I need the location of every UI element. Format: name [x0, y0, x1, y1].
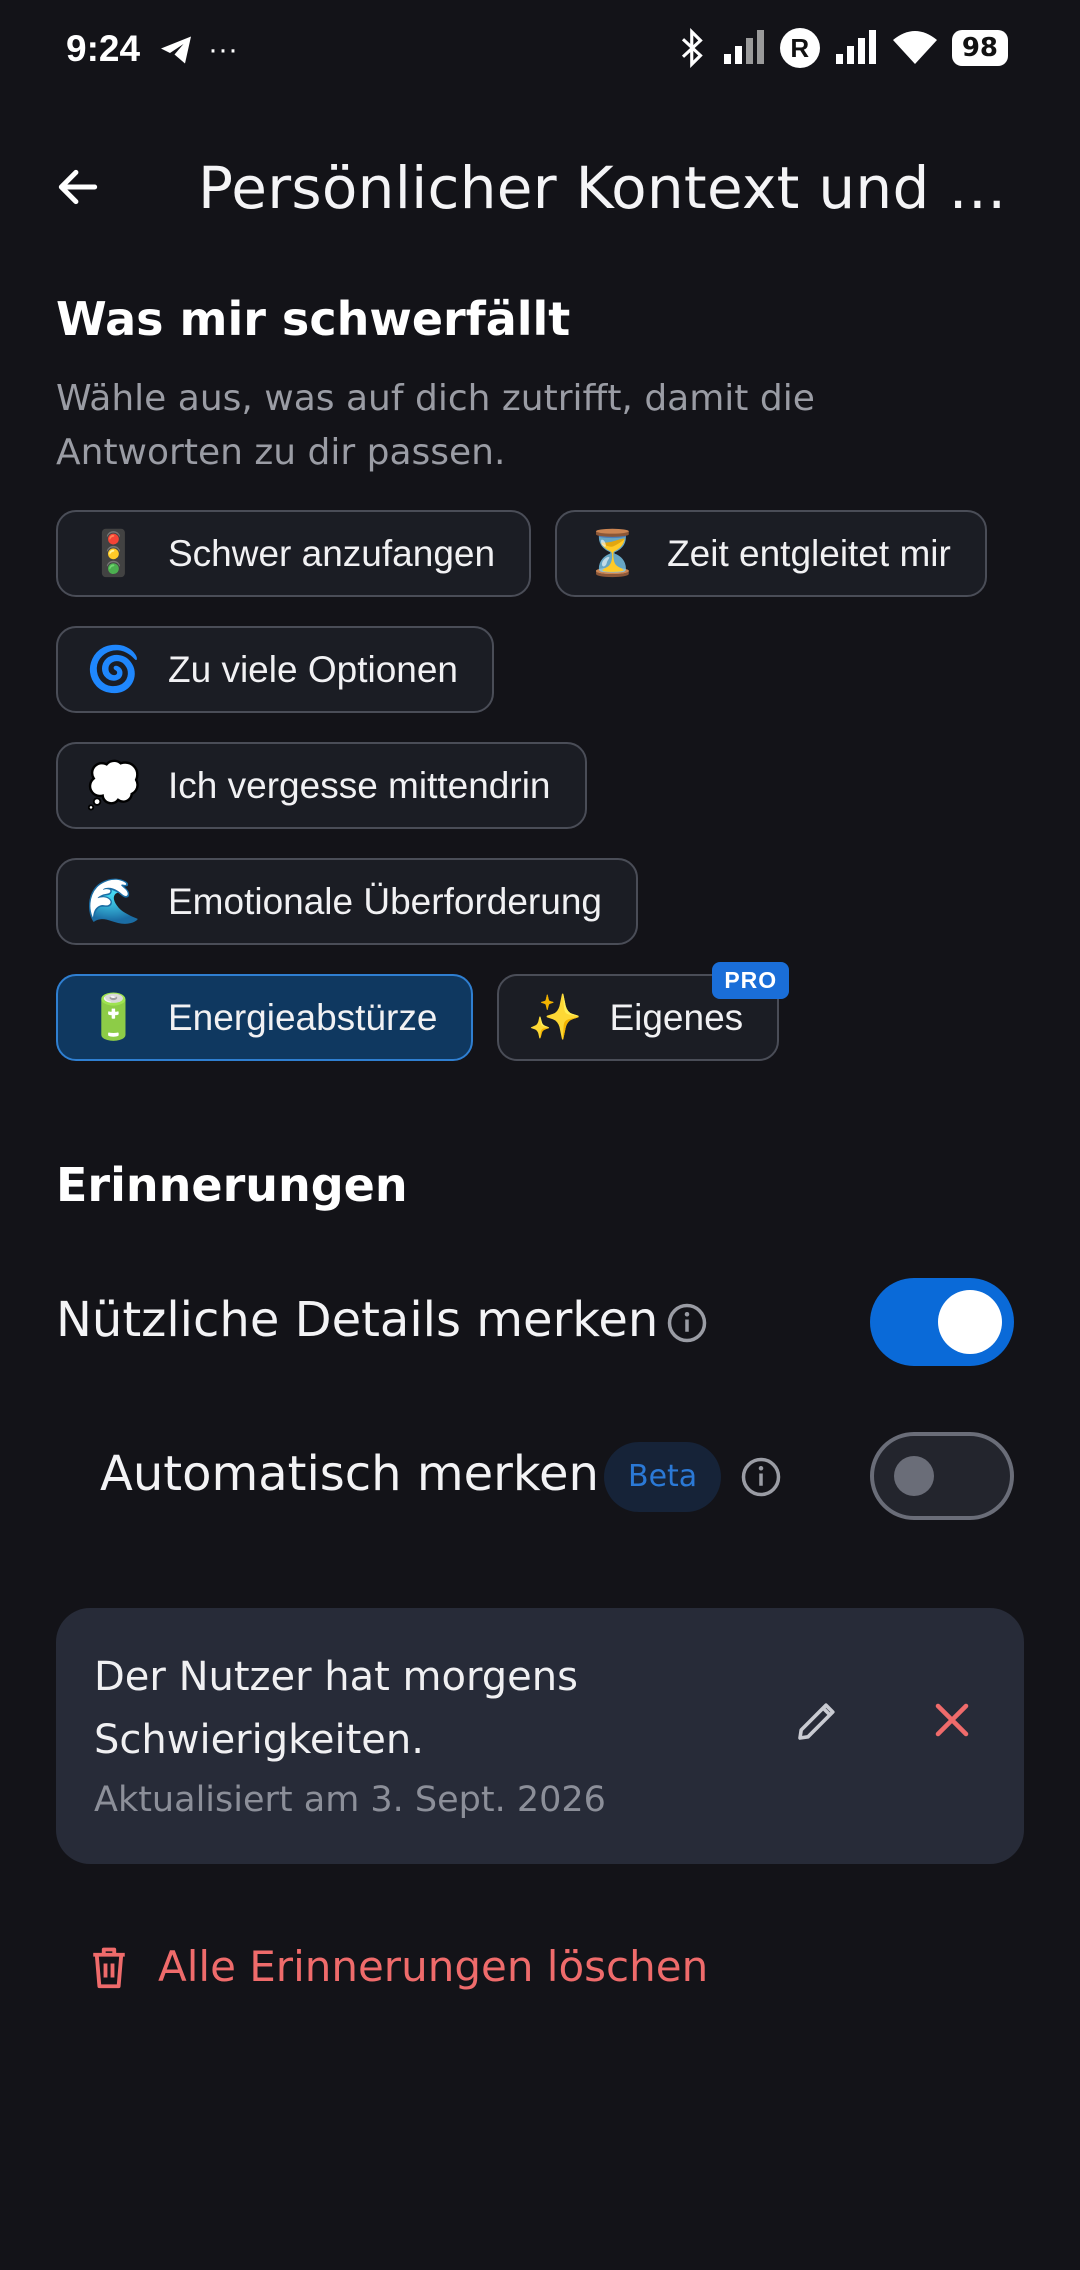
info-icon[interactable]	[740, 1456, 782, 1498]
memory-card: Der Nutzer hat morgens Schwierigkeiten. …	[56, 1608, 1024, 1864]
traffic-light-icon: 🚦	[86, 528, 141, 578]
delete-memory-button[interactable]	[916, 1684, 988, 1756]
chip-label: Eigenes	[609, 996, 744, 1038]
delete-all-memories-button[interactable]: Alle Erinnerungen löschen	[88, 1942, 708, 1991]
thought-bubble-icon: 💭	[86, 760, 141, 810]
sparkles-icon: ✨	[527, 992, 583, 1042]
save-details-toggle[interactable]	[870, 1278, 1014, 1366]
signal-icon	[723, 30, 764, 64]
chip-schwer-anzufangen[interactable]: 🚦 Schwer anzufangen	[56, 510, 532, 597]
info-icon[interactable]	[666, 1302, 708, 1344]
struggles-description: Wähle aus, was auf dich zutrifft, damit …	[56, 378, 815, 473]
wifi-icon	[892, 31, 937, 64]
struggles-heading: Was mir schwerfällt	[56, 292, 571, 346]
toggle-knob	[894, 1456, 934, 1496]
signal-icon-2	[835, 30, 876, 64]
page-title: Persönlicher Kontext und Erinnerungen	[198, 154, 1038, 222]
more-notifications-icon: ···	[208, 33, 238, 66]
chip-emotionale-ueberforderung[interactable]: 🌊 Emotionale Überforderung	[56, 858, 638, 945]
pro-badge: PRO	[712, 962, 790, 999]
chip-label: Emotionale Überforderung	[168, 880, 602, 922]
chip-label: Zu viele Optionen	[168, 648, 459, 690]
status-time: 9:24	[66, 28, 141, 69]
chip-label: Zeit entgleitet mir	[667, 532, 951, 574]
chip-ich-vergesse[interactable]: 💭 Ich vergesse mittendrin	[56, 742, 587, 829]
wave-icon: 🌊	[86, 876, 141, 926]
save-details-row: Nützliche Details merken	[0, 1272, 1080, 1372]
trash-icon	[93, 1947, 125, 1988]
auto-save-label: Automatisch merken	[100, 1446, 599, 1502]
arrow-left-icon	[58, 169, 98, 205]
memories-heading: Erinnerungen	[56, 1158, 408, 1212]
auto-save-row: Automatisch merken Beta	[0, 1430, 1080, 1530]
beta-badge: Beta	[604, 1442, 722, 1512]
chip-label: Energieabstürze	[168, 996, 438, 1038]
toggle-knob	[938, 1290, 1002, 1354]
chip-zeit-entgleitet[interactable]: ⏳ Zeit entgleitet mir	[555, 510, 987, 597]
battery-icon: 🔋	[86, 992, 141, 1042]
status-right-icons: R 98	[678, 28, 1008, 68]
chip-energieabstuerze[interactable]: 🔋 Energieabstürze	[56, 974, 474, 1061]
chip-eigenes[interactable]: ✨ Eigenes PRO	[497, 962, 790, 1061]
app-bar: Persönlicher Kontext und Erinnerungen	[0, 130, 1080, 250]
edit-memory-button[interactable]	[782, 1684, 854, 1756]
status-left-icons: ···	[158, 32, 238, 68]
bluetooth-icon	[681, 28, 703, 68]
roaming-icon: R	[779, 28, 820, 68]
hourglass-icon: ⏳	[585, 528, 640, 578]
pencil-icon	[798, 1703, 835, 1740]
back-button[interactable]	[46, 155, 110, 219]
battery-indicator: 98	[951, 30, 1008, 66]
struggle-chips: 🚦 Schwer anzufangen ⏳ Zeit entgleitet mi…	[56, 510, 1036, 1090]
memory-text: Der Nutzer hat morgens Schwierigkeiten.	[94, 1654, 578, 1763]
status-bar: 9:24 ··· R 98	[0, 0, 1080, 100]
chip-label: Ich vergesse mittendrin	[168, 764, 551, 806]
cyclone-icon: 🌀	[86, 644, 141, 694]
close-icon	[935, 1703, 969, 1737]
auto-save-toggle[interactable]	[870, 1432, 1014, 1520]
delete-all-label: Alle Erinnerungen löschen	[158, 1942, 709, 1991]
memory-updated-date: Aktualisiert am 3. Sept. 2026	[94, 1780, 606, 1820]
save-details-label: Nützliche Details merken	[56, 1292, 659, 1348]
chip-label: Schwer anzufangen	[168, 532, 496, 574]
chip-zu-viele-optionen[interactable]: 🌀 Zu viele Optionen	[56, 626, 495, 713]
telegram-icon	[161, 36, 191, 64]
